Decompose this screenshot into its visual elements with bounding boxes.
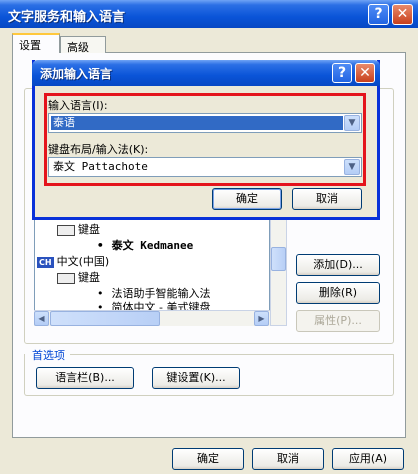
close-icon: ✕ (396, 6, 409, 22)
tree-horizontal-scrollbar[interactable]: ◀ ▶ (34, 310, 270, 326)
window-title: 文字服务和输入语言 (8, 10, 126, 25)
scrollbar-thumb[interactable] (50, 311, 160, 326)
help-icon: ? (374, 6, 383, 22)
add-button[interactable]: 添加(D)... (296, 254, 380, 276)
apply-button[interactable]: 应用(A) (332, 448, 404, 470)
dialog-title: 添加输入语言 (40, 67, 113, 81)
tab-advanced[interactable]: 高级 (60, 36, 106, 54)
tree-vertical-scrollbar[interactable] (270, 212, 287, 326)
dialog-ok-button[interactable]: 确定 (212, 188, 282, 210)
tree-item-thai-kedmanee[interactable]: • 泰文 Kedmanee (97, 237, 193, 253)
language-bar-button[interactable]: 语言栏(B)... (36, 367, 134, 389)
key-settings-button[interactable]: 键设置(K)... (152, 367, 240, 389)
tab-settings-label: 设置 (19, 39, 41, 52)
scroll-right-icon[interactable]: ▶ (254, 311, 269, 326)
remove-button[interactable]: 删除(R) (296, 282, 380, 304)
close-button[interactable]: ✕ (392, 4, 413, 25)
properties-button[interactable]: 属性(P)... (296, 310, 380, 332)
keyboard-icon (57, 272, 75, 284)
divider (70, 354, 394, 355)
ok-button[interactable]: 确定 (172, 448, 244, 470)
tab-advanced-label: 高级 (67, 41, 89, 54)
tree-item-keyboard-thai[interactable]: 键盘 (57, 221, 100, 237)
close-icon: ✕ (359, 65, 371, 81)
dialog-cancel-button[interactable]: 取消 (292, 188, 362, 210)
input-language-label: 输入语言(I): (48, 99, 108, 112)
input-language-select[interactable]: 泰语 ▼ (48, 113, 362, 133)
keyboard-layout-select[interactable]: 泰文 Pattachote ▼ (48, 157, 362, 177)
tree-item-keyboard-chinese[interactable]: 键盘 (57, 269, 100, 285)
help-button[interactable]: ? (368, 4, 389, 25)
installed-services-tree[interactable]: 键盘 • 泰文 Kedmanee CH 中文(中国) 键盘 • 法语助手智能输入法 •… (34, 212, 270, 326)
input-language-value: 泰语 (51, 116, 343, 130)
dialog-close-button[interactable]: ✕ (355, 63, 375, 83)
chevron-down-icon[interactable]: ▼ (344, 115, 360, 131)
help-icon: ? (337, 65, 347, 81)
scrollbar-thumb[interactable] (271, 247, 286, 271)
scroll-left-icon[interactable]: ◀ (34, 311, 49, 326)
bullet-icon: • (97, 239, 104, 252)
chevron-down-icon[interactable]: ▼ (344, 159, 360, 175)
language-badge: CH (37, 257, 54, 268)
tab-settings[interactable]: 设置 (12, 33, 60, 53)
keyboard-layout-value: 泰文 Pattachote (53, 160, 148, 173)
cancel-button[interactable]: 取消 (252, 448, 324, 470)
tree-item-chinese[interactable]: CH 中文(中国) (37, 253, 109, 269)
dialog-help-button[interactable]: ? (332, 63, 352, 83)
keyboard-icon (57, 224, 75, 236)
keyboard-layout-label: 键盘布局/输入法(K): (48, 143, 149, 156)
